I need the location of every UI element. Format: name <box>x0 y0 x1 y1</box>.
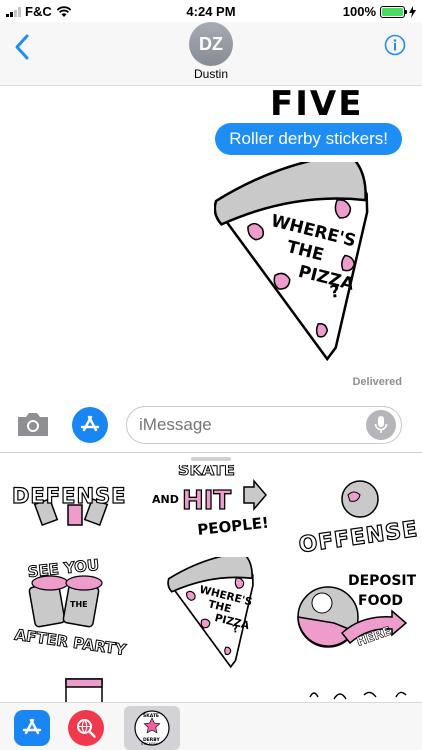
contact-avatar[interactable]: DZ <box>189 22 233 66</box>
derby-stickers-app-button[interactable]: SKATE DERBY STICKERS <box>124 706 180 750</box>
sticker-offense[interactable]: OFFENSE <box>292 465 418 555</box>
imessage-input[interactable] <box>126 406 402 444</box>
status-bar: F&C 4:24 PM 100% <box>0 0 422 22</box>
battery-percent: 100% <box>342 4 376 19</box>
sticker-five-text: FIVE <box>270 86 364 124</box>
app-store-icon <box>22 718 42 735</box>
pizza-sticker[interactable]: WHERE'S THE PIZZA ? <box>214 162 384 370</box>
back-chevron-icon[interactable] <box>12 32 32 62</box>
globe-search-icon <box>77 719 96 738</box>
drawer-handle[interactable] <box>191 457 231 461</box>
derby-stickers-app-icon: SKATE DERBY STICKERS <box>134 710 170 746</box>
info-icon[interactable] <box>384 34 406 56</box>
sticker-see-you-after-party[interactable]: SEE YOU THE AFTER PARTY <box>8 555 132 655</box>
sticker-deposit-food-here[interactable]: DEPOSIT FOOD HERE <box>292 563 416 663</box>
sticker-offense-text: OFFENSE <box>297 517 418 555</box>
web-image-search-button[interactable] <box>68 710 104 746</box>
sticker-wheres-the-pizza[interactable]: WHERE'S THE PIZZA ? <box>162 557 268 673</box>
sticker-skate-line-2: AND <box>152 493 179 506</box>
delivery-status: Delivered <box>352 376 402 388</box>
sticker-skate-line-1: SKATE <box>178 465 235 479</box>
message-thread: FIVE Roller derby stickers! WHERE'S THE … <box>0 86 422 398</box>
message-bubble[interactable]: Roller derby stickers! <box>215 123 402 155</box>
derby-app-label-3: STICKERS <box>141 742 159 746</box>
sticker-defense-text: DEFENSE <box>12 484 127 508</box>
camera-icon[interactable] <box>16 410 50 438</box>
sticker-skate-and-hit-people[interactable]: SKATE AND HIT PEOPLE! <box>148 465 276 547</box>
dictation-button[interactable] <box>366 410 396 440</box>
derby-app-label-1: SKATE <box>143 713 159 719</box>
app-drawer-strip: SKATE DERBY STICKERS <box>0 702 422 750</box>
sticker-skate-line-3: HIT <box>182 486 231 516</box>
app-store-button[interactable] <box>72 407 108 443</box>
battery-icon <box>380 5 407 18</box>
sticker-partial-right[interactable] <box>304 683 414 702</box>
sticker-deposit-line-2: FOOD <box>358 593 403 609</box>
sticker-party-line-3: AFTER PARTY <box>13 626 128 655</box>
app-store-strip-button[interactable] <box>14 710 50 746</box>
contact-name[interactable]: Dustin <box>0 67 422 81</box>
battery-status: 100% <box>343 4 416 19</box>
sticker-skate-line-4: PEOPLE! <box>197 514 270 539</box>
charging-bolt-icon <box>409 5 416 18</box>
composer-bar <box>0 398 422 452</box>
conversation-header: DZ Dustin <box>0 22 422 86</box>
sticker-party-line-2: THE <box>70 600 88 609</box>
sticker-partial-left[interactable] <box>62 675 110 702</box>
app-store-icon <box>80 415 100 432</box>
sticker-drawer: DEFENSE SKATE AND HIT PEOPLE! OFFENSE SE… <box>0 452 422 702</box>
sticker-deposit-line-1: DEPOSIT <box>348 573 416 589</box>
sticker-defense[interactable]: DEFENSE <box>6 465 132 535</box>
microphone-icon <box>374 416 388 433</box>
